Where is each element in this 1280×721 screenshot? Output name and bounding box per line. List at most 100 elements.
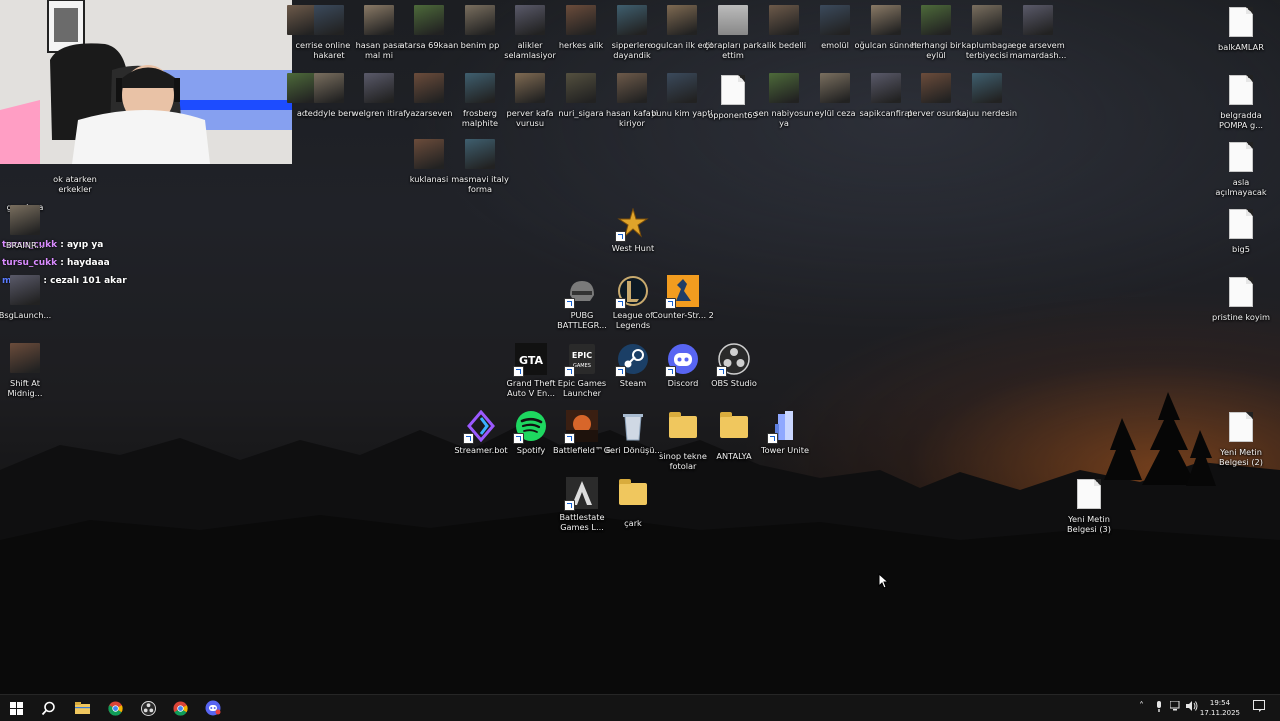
windows-logo-icon: [9, 701, 23, 715]
desktop-left-3[interactable]: BRAINR...: [0, 205, 57, 250]
taskbar-discord[interactable]: [202, 698, 224, 718]
desktop-text-file-7[interactable]: Yeni Metin Belgesi (3): [1057, 477, 1121, 534]
shortcut-arrow-icon: [615, 298, 626, 309]
desktop-icon-image: [617, 410, 649, 442]
desktop-icon-image: [413, 5, 445, 37]
desktop-icon-image: [1225, 7, 1257, 39]
desktop-file-row3-2[interactable]: masmavi italy forma: [448, 139, 512, 194]
desktop-icon-image: [920, 73, 952, 105]
desktop-app-18[interactable]: çark: [601, 477, 665, 528]
desktop-icon-image: [717, 75, 749, 107]
desktop-icon-image: [819, 73, 851, 105]
desktop-icon-image: [59, 139, 91, 171]
desktop-icon-image: [565, 5, 597, 37]
notifications-icon[interactable]: [1253, 700, 1265, 715]
desktop-icon-image: [667, 412, 699, 448]
svg-text:GAMES: GAMES: [573, 363, 591, 369]
desktop-icon-label: masmavi italy forma: [451, 174, 509, 194]
desktop-icon-image: [513, 410, 547, 444]
desktop-left-2[interactable]: ok atarken erkekler: [43, 139, 107, 194]
desktop-app-9[interactable]: OBS Studio: [702, 343, 766, 388]
desktop-icon-label: Shift At Midnig...: [7, 378, 43, 398]
desktop-left-5[interactable]: Shift At Midnig...: [0, 343, 57, 398]
desktop-icon-label: big5: [1232, 244, 1250, 254]
chat-text: ayıp ya: [67, 240, 104, 250]
desktop-icon-image: [564, 275, 598, 309]
clock-date: 17.11.2025: [1199, 709, 1240, 717]
desktop-file-16[interactable]: ege arsevem mamardash...: [1006, 5, 1070, 60]
desktop-icon-image: [616, 5, 648, 37]
start-button[interactable]: [5, 698, 27, 718]
desktop-icon-image: [870, 73, 902, 105]
desktop-icon-image: [565, 73, 597, 105]
desktop-text-file-3[interactable]: asla açılmayacak: [1209, 140, 1273, 197]
microphone-icon[interactable]: [1155, 701, 1163, 715]
tray-expand-chevron-icon[interactable]: ˄: [1139, 701, 1144, 712]
folder-icon: [74, 702, 90, 714]
obs-icon: [140, 700, 156, 716]
shortcut-arrow-icon: [767, 433, 778, 444]
chat-separator: :: [57, 240, 67, 250]
shortcut-arrow-icon: [615, 366, 626, 377]
desktop-icon-image: [716, 343, 750, 377]
desktop-icon-image: [363, 73, 395, 105]
desktop-icon-image: [1225, 75, 1257, 107]
desktop-icon-label: ok atarken erkekler: [53, 174, 97, 194]
search-button[interactable]: [37, 698, 59, 718]
desktop-icon-image: [413, 139, 445, 171]
desktop-text-file-4[interactable]: big5: [1209, 207, 1273, 254]
taskbar-chrome[interactable]: [104, 698, 126, 718]
desktop-icon-image: [1225, 412, 1257, 444]
desktop-icon-image: [1073, 479, 1105, 511]
desktop-icon-image: [615, 343, 649, 377]
shortcut-arrow-icon: [564, 298, 575, 309]
taskbar-obs[interactable]: [137, 698, 159, 718]
desktop-file-row2-15[interactable]: kajuu nerdesin: [955, 73, 1019, 118]
desktop-text-file-6[interactable]: Yeni Metin Belgesi (2): [1209, 410, 1273, 467]
desktop-icon-image: [718, 412, 750, 448]
taskbar-file-explorer[interactable]: [71, 698, 93, 718]
network-icon[interactable]: [1169, 700, 1181, 714]
chrome-icon: [172, 700, 188, 716]
desktop-icon-image: [665, 343, 699, 377]
desktop-icon-image: [9, 343, 41, 375]
desktop-icon-image: [920, 5, 952, 37]
desktop-icon-image: [767, 410, 801, 444]
desktop-icon-image: [464, 139, 496, 171]
search-icon: [41, 701, 55, 715]
desktop-icon-image: [1225, 277, 1257, 309]
desktop-app-4[interactable]: Counter-Str... 2: [651, 275, 715, 320]
desktop-app-1[interactable]: West Hunt: [601, 207, 665, 253]
desktop-icon-image: [616, 73, 648, 105]
desktop-icon-label: West Hunt: [611, 243, 655, 253]
desktop-text-file-1[interactable]: balkAMLAR: [1209, 5, 1273, 52]
desktop-icon-image: [1225, 142, 1257, 174]
desktop-app-16[interactable]: Tower Unite: [753, 410, 817, 455]
desktop-icon-image: [313, 73, 345, 105]
taskbar: ˄ 19:54 17.11.2025: [0, 694, 1280, 721]
desktop-icon-image: [514, 5, 546, 37]
desktop-icon-image: [463, 409, 497, 444]
desktop-text-file-2[interactable]: belgradda POMPA g...: [1209, 73, 1273, 130]
desktop-icon-image: [717, 5, 749, 37]
desktop-icon-image: [615, 207, 649, 242]
desktop-icon-image: GTA: [513, 343, 547, 377]
taskbar-chrome-profile[interactable]: [169, 698, 191, 718]
desktop-icon-image: [464, 5, 496, 37]
desktop-icon-image: [464, 73, 496, 105]
desktop-left-4[interactable]: BsgLaunch...: [0, 275, 57, 320]
desktop-icon-image: [413, 73, 445, 105]
clock-time: 19:54: [1209, 699, 1231, 707]
discord-icon: [205, 700, 221, 716]
volume-icon[interactable]: [1186, 701, 1198, 714]
desktop-icon-label: Yeni Metin Belgesi (3): [1067, 514, 1111, 534]
system-clock[interactable]: 19:54 17.11.2025: [1200, 698, 1240, 718]
desktop-icon-image: [971, 73, 1003, 105]
shortcut-arrow-icon: [615, 231, 626, 242]
desktop-icon-label: kajuu nerdesin: [956, 108, 1018, 118]
desktop-icon-label: OBS Studio: [711, 378, 757, 388]
desktop-icon-label: Tower Unite: [760, 445, 810, 455]
desktop-text-file-5[interactable]: pristine koyim: [1209, 275, 1273, 322]
desktop-icon-label: belgradda POMPA g...: [1218, 110, 1264, 130]
chrome-icon: [107, 700, 123, 716]
